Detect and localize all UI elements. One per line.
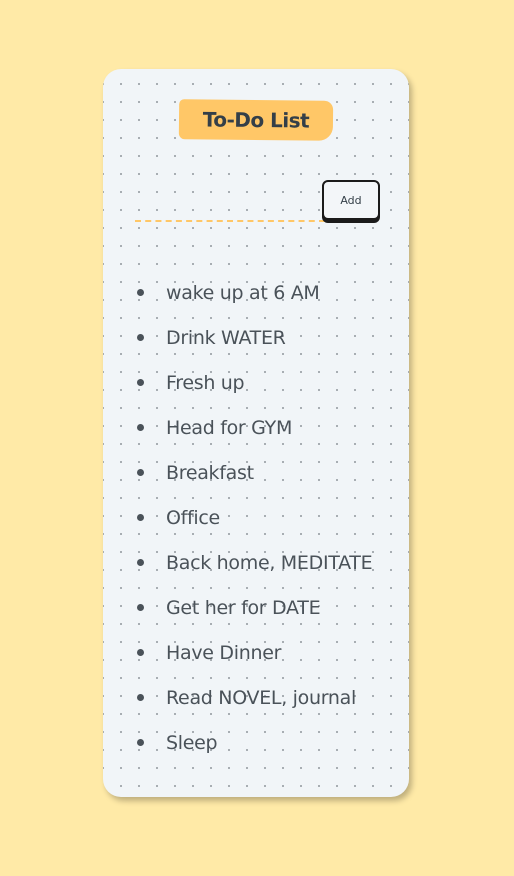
task-text: Head for GYM (166, 416, 293, 439)
list-item[interactable]: Get her for DATE (135, 585, 409, 630)
bullet-icon (137, 469, 144, 476)
bullet-icon (137, 739, 144, 746)
list-item[interactable]: Breakfast (135, 450, 409, 495)
task-text: Back home, MEDITATE (166, 551, 373, 574)
bullet-icon (137, 514, 144, 521)
bullet-icon (137, 694, 144, 701)
list-item[interactable]: Back home, MEDITATE (135, 540, 409, 585)
input-underline (135, 220, 325, 222)
list-item[interactable]: wake up at 6 AM (135, 270, 409, 315)
list-item[interactable]: Read NOVEL, journal (135, 675, 409, 720)
list-item[interactable]: Office (135, 495, 409, 540)
task-text: Get her for DATE (166, 596, 321, 619)
task-text: Breakfast (166, 461, 254, 484)
task-text: Drink WATER (166, 326, 286, 349)
bullet-icon (137, 334, 144, 341)
page-title: To-Do List (202, 107, 310, 133)
task-text: Have Dinner (166, 641, 282, 664)
task-list: wake up at 6 AM Drink WATER Fresh up Hea… (135, 270, 409, 765)
title-badge: To-Do List (178, 99, 334, 141)
task-text: Fresh up (166, 371, 245, 394)
task-text: Sleep (166, 731, 218, 754)
bullet-icon (137, 289, 144, 296)
list-item[interactable]: Sleep (135, 720, 409, 765)
task-text: Office (166, 506, 220, 529)
task-text: wake up at 6 AM (166, 281, 320, 304)
list-item[interactable]: Have Dinner (135, 630, 409, 675)
bullet-icon (137, 559, 144, 566)
add-button[interactable]: Add (322, 180, 380, 220)
list-item[interactable]: Fresh up (135, 360, 409, 405)
todo-card: To-Do List Add wake up at 6 AM Drink WAT… (103, 69, 409, 797)
bullet-icon (137, 379, 144, 386)
bullet-icon (137, 649, 144, 656)
bullet-icon (137, 424, 144, 431)
list-item[interactable]: Head for GYM (135, 405, 409, 450)
task-text: Read NOVEL, journal (166, 686, 356, 709)
task-input[interactable] (135, 195, 323, 219)
list-item[interactable]: Drink WATER (135, 315, 409, 360)
bullet-icon (137, 604, 144, 611)
